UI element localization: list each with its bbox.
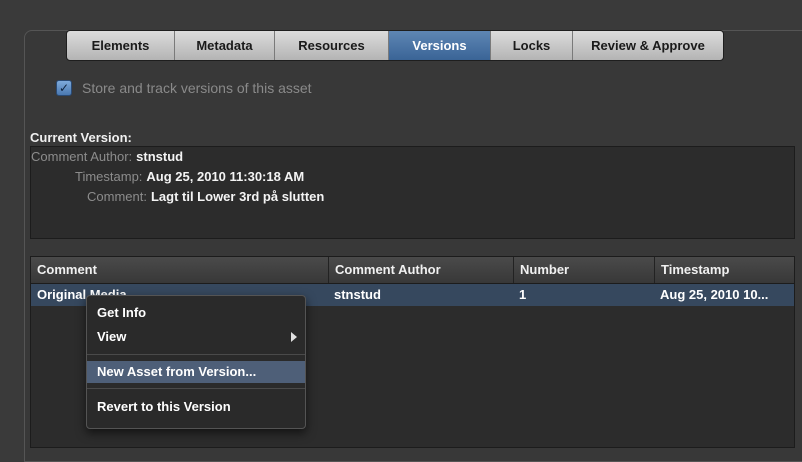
comment-value: Lagt til Lower 3rd på slutten [150, 189, 325, 204]
cell-author: stnstud [334, 287, 381, 302]
submenu-arrow-icon [291, 332, 297, 342]
author-label: Comment Author: [31, 149, 133, 164]
column-header-comment-author[interactable]: Comment Author [328, 257, 513, 283]
cell-number: 1 [519, 287, 527, 302]
tab-bar: Elements Metadata Resources Versions Loc… [66, 30, 724, 61]
store-versions-row: ✓ Store and track versions of this asset [56, 80, 312, 96]
table-header: Comment Comment Author Number Timestamp [31, 257, 794, 284]
comment-label: Comment: [87, 189, 147, 204]
column-header-comment[interactable]: Comment [31, 257, 328, 283]
tab-versions[interactable]: Versions [389, 31, 491, 60]
menu-separator [87, 354, 305, 355]
tab-resources[interactable]: Resources [275, 31, 389, 60]
timestamp-row: Timestamp: Aug 25, 2010 11:30:18 AM [75, 169, 304, 184]
author-row: Comment Author: stnstud [31, 149, 183, 164]
cell-timestamp: Aug 25, 2010 10... [660, 287, 769, 302]
tab-elements[interactable]: Elements [67, 31, 175, 60]
timestamp-label: Timestamp: [75, 169, 143, 184]
tab-review-approve[interactable]: Review & Approve [573, 31, 723, 60]
timestamp-value: Aug 25, 2010 11:30:18 AM [146, 169, 305, 184]
menu-item-new-asset-from-version[interactable]: New Asset from Version... [87, 361, 305, 383]
current-version-title: Current Version: [30, 130, 132, 145]
current-version-box: Comment Author: stnstud Timestamp: Aug 2… [30, 146, 795, 239]
column-header-timestamp[interactable]: Timestamp [654, 257, 796, 283]
menu-item-view[interactable]: View [87, 326, 305, 348]
store-versions-label: Store and track versions of this asset [82, 80, 312, 96]
context-menu: Get Info View New Asset from Version... … [86, 295, 306, 429]
tab-locks[interactable]: Locks [491, 31, 573, 60]
menu-item-view-label: View [97, 329, 127, 344]
checkmark-icon: ✓ [58, 81, 70, 95]
comment-row: Comment: Lagt til Lower 3rd på slutten [87, 189, 324, 204]
menu-item-get-info[interactable]: Get Info [87, 302, 305, 324]
column-header-number[interactable]: Number [513, 257, 654, 283]
author-value: stnstud [136, 149, 184, 164]
menu-item-revert-to-version[interactable]: Revert to this Version [87, 396, 305, 418]
tab-metadata[interactable]: Metadata [175, 31, 275, 60]
store-versions-checkbox[interactable]: ✓ [56, 80, 72, 96]
menu-separator [87, 388, 305, 389]
